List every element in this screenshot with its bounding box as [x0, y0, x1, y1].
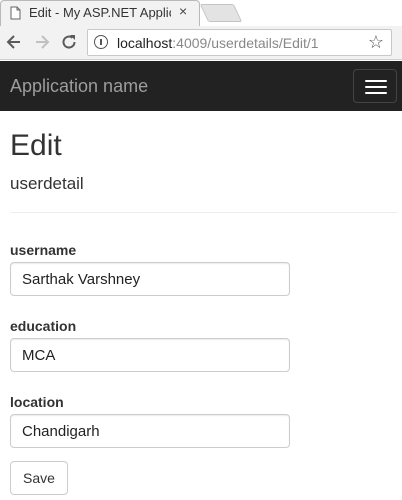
- browser-tab-strip: Edit - My ASP.NET Applic ×: [0, 0, 402, 26]
- url-text: localhost:4009/userdetails/Edit/1: [117, 35, 319, 51]
- save-button[interactable]: Save: [10, 461, 68, 495]
- page-subtitle: userdetail: [10, 174, 84, 193]
- username-group: username: [10, 242, 290, 296]
- education-label: education: [10, 318, 77, 334]
- username-label: username: [10, 242, 77, 258]
- username-input[interactable]: [10, 262, 290, 296]
- location-input[interactable]: [10, 414, 290, 448]
- forward-arrow-icon[interactable]: [32, 32, 52, 52]
- back-arrow-icon[interactable]: [4, 32, 24, 52]
- page-icon: [10, 6, 21, 20]
- tab-close-icon[interactable]: ×: [179, 3, 187, 19]
- app-brand-link[interactable]: Application name: [10, 76, 148, 97]
- browser-toolbar: localhost:4009/userdetails/Edit/1 ☆: [0, 26, 402, 60]
- location-label: location: [10, 394, 64, 410]
- new-tab-button[interactable]: [199, 4, 243, 22]
- info-icon[interactable]: [94, 35, 108, 49]
- bookmark-star-icon[interactable]: ☆: [368, 32, 384, 53]
- divider: [10, 212, 397, 213]
- reload-icon[interactable]: [59, 32, 79, 52]
- page-title: Edit: [10, 129, 62, 162]
- education-input[interactable]: [10, 338, 290, 372]
- hamburger-bar: [365, 92, 387, 94]
- education-group: education: [10, 318, 290, 372]
- app-navbar: Application name: [0, 61, 402, 111]
- hamburger-bar: [365, 80, 387, 82]
- location-group: location: [10, 394, 290, 448]
- hamburger-bar: [365, 86, 387, 88]
- browser-tab-title: Edit - My ASP.NET Applic: [29, 5, 171, 20]
- browser-tab[interactable]: Edit - My ASP.NET Applic ×: [0, 0, 200, 26]
- navbar-toggle-button[interactable]: [353, 69, 397, 103]
- address-bar[interactable]: localhost:4009/userdetails/Edit/1 ☆: [87, 29, 392, 56]
